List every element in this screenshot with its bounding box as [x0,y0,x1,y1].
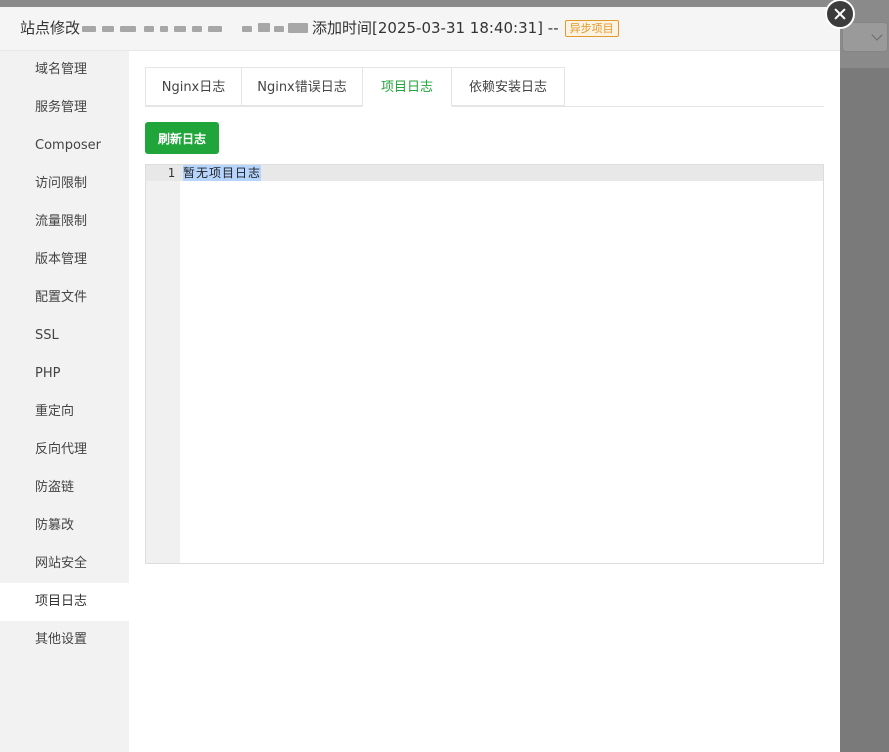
sidebar: 域名管理 服务管理 Composer 访问限制 流量限制 版本管理 配置文件 S… [0,51,129,752]
active-line: 1 暂无项目日志 [146,165,823,181]
sidebar-item-reverse-proxy[interactable]: 反向代理 [0,431,129,469]
sidebar-item-service[interactable]: 服务管理 [0,89,129,127]
line-number: 1 [167,166,175,180]
sidebar-item-tamper-proof[interactable]: 防篡改 [0,507,129,545]
sidebar-item-other-settings[interactable]: 其他设置 [0,621,129,659]
tab-nginx-error-log[interactable]: Nginx错误日志 [241,67,363,106]
sidebar-item-php[interactable]: PHP [0,355,129,393]
sidebar-item-redirect[interactable]: 重定向 [0,393,129,431]
main-content: Nginx日志 Nginx错误日志 项目日志 依赖安装日志 刷新日志 1 暂无项… [145,67,824,564]
log-tabs: Nginx日志 Nginx错误日志 项目日志 依赖安装日志 [145,67,824,107]
sidebar-item-project-log[interactable]: 项目日志 [0,583,129,621]
tab-project-log[interactable]: 项目日志 [362,67,452,107]
sidebar-item-config-file[interactable]: 配置文件 [0,279,129,317]
sidebar-item-hotlink[interactable]: 防盗链 [0,469,129,507]
sidebar-item-composer[interactable]: Composer [0,127,129,165]
sidebar-item-domain[interactable]: 域名管理 [0,51,129,89]
title-suffix: 添加时间[2025-03-31 18:40:31] -- [312,19,559,37]
tab-dependency-log[interactable]: 依赖安装日志 [451,67,565,106]
chevron-down-icon [871,29,883,41]
sidebar-item-site-security[interactable]: 网站安全 [0,545,129,583]
site-settings-dialog: 站点修改 添加时间[2025-03-31 18:40:31] -- 异步项目 域名… [0,0,855,752]
tab-nginx-log[interactable]: Nginx日志 [145,67,242,106]
sidebar-item-version[interactable]: 版本管理 [0,241,129,279]
redacted-site-name [82,19,310,39]
log-text: 暂无项目日志 [183,165,262,181]
sidebar-item-access-limit[interactable]: 访问限制 [0,165,129,203]
dialog-header: 站点修改 添加时间[2025-03-31 18:40:31] -- 异步项目 [0,7,840,51]
dialog-title: 站点修改 添加时间[2025-03-31 18:40:31] -- 异步项目 [20,17,619,39]
async-project-badge: 异步项目 [564,20,619,37]
line-gutter [146,165,180,563]
sidebar-item-ssl[interactable]: SSL [0,317,129,355]
log-editor[interactable]: 1 暂无项目日志 [145,164,824,564]
close-icon[interactable] [825,0,855,29]
sidebar-item-traffic-limit[interactable]: 流量限制 [0,203,129,241]
background-select [842,22,888,52]
title-prefix: 站点修改 [20,19,81,37]
refresh-log-button[interactable]: 刷新日志 [145,122,219,154]
